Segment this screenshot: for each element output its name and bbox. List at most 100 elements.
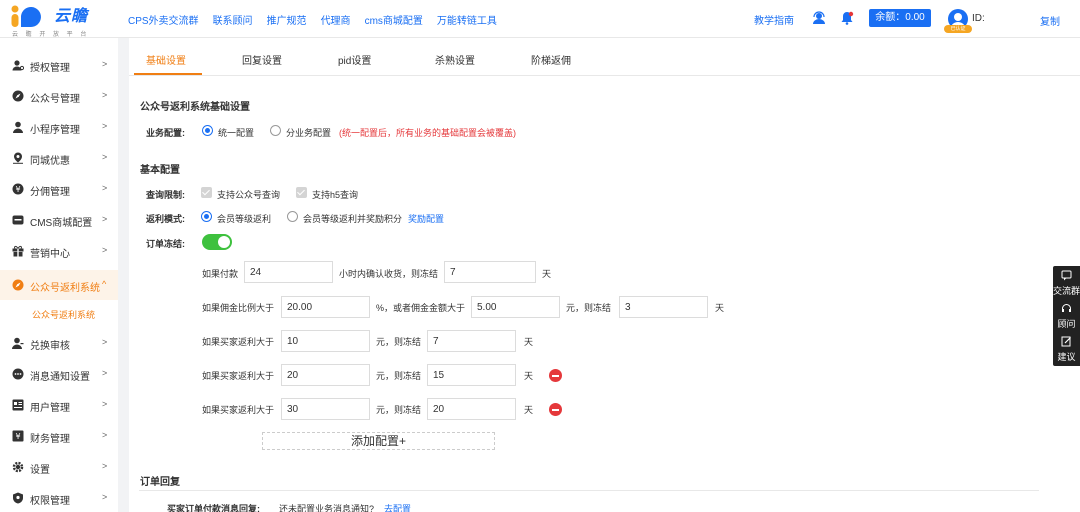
chevron-right-icon: > bbox=[102, 121, 108, 131]
section-title-rebate-basic: 公众号返利系统基础设置 bbox=[140, 102, 250, 113]
float-suggestion[interactable]: 建议 bbox=[1053, 332, 1080, 365]
radio-unified-config[interactable] bbox=[202, 125, 213, 136]
topnav-contact-advisor[interactable]: 联系顾问 bbox=[213, 12, 253, 27]
tab-anti-discrimination[interactable]: 杀熟设置 bbox=[435, 52, 475, 67]
pay-reply-label: 买家订单付款消息回复: bbox=[167, 504, 260, 512]
tab-bar: 基础设置 回复设置 pid设置 杀熟设置 阶梯返佣 bbox=[129, 38, 1080, 76]
topnav-cps-group[interactable]: CPS外卖交流群 bbox=[128, 12, 199, 27]
chevron-up-icon: ^ bbox=[102, 279, 107, 289]
gear-icon bbox=[12, 461, 24, 473]
add-config-button[interactable]: 添加配置+ bbox=[262, 432, 495, 450]
rule2-days-input[interactable] bbox=[619, 296, 708, 318]
cms-icon bbox=[12, 215, 24, 225]
chevron-right-icon: > bbox=[102, 430, 108, 440]
chat-group-icon bbox=[1061, 270, 1072, 281]
brand-subtitle: 云 瞻 开 放 平 台 bbox=[12, 32, 90, 38]
remove-rule-icon[interactable] bbox=[549, 403, 562, 416]
rebate-rule2-amount-input[interactable] bbox=[281, 364, 370, 386]
rebate-rule3-amount-input[interactable] bbox=[281, 398, 370, 420]
chevron-right-icon: > bbox=[102, 152, 108, 162]
rule2-ratio-input[interactable] bbox=[281, 296, 370, 318]
radio-member-level-rebate-points[interactable] bbox=[287, 211, 298, 222]
radio-member-level-rebate[interactable] bbox=[201, 211, 212, 222]
tab-basic-settings[interactable]: 基础设置 bbox=[146, 52, 186, 67]
go-config-link[interactable]: 去配置 bbox=[384, 502, 411, 512]
topnav-cms-config[interactable]: cms商城配置 bbox=[365, 12, 423, 27]
sidebar-item-marketing[interactable]: 营销中心 > bbox=[0, 236, 118, 266]
sidebar-item-auth[interactable]: 授权管理 > bbox=[0, 50, 118, 80]
divider bbox=[139, 490, 1039, 491]
logo[interactable]: 云瞻 云 瞻 开 放 平 台 bbox=[10, 2, 110, 38]
sidebar-item-official-account[interactable]: 公众号管理 > bbox=[0, 81, 118, 111]
remove-rule-icon[interactable] bbox=[549, 369, 562, 382]
float-advisor[interactable]: 顾问 bbox=[1053, 299, 1080, 332]
location-icon bbox=[13, 152, 23, 164]
sidebar-item-rebate-system[interactable]: 公众号返利系统 ^ bbox=[0, 270, 118, 300]
balance-button[interactable]: 余额：0.00 bbox=[869, 9, 931, 27]
topnav-agent[interactable]: 代理商 bbox=[321, 12, 351, 27]
rule2-mid2-text: 元，则冻结 bbox=[566, 303, 612, 313]
user-id-label: ID: bbox=[972, 13, 985, 24]
radio-unified-config-label[interactable]: 统一配置 bbox=[218, 126, 254, 139]
chevron-right-icon: > bbox=[102, 245, 108, 255]
tab-reply-settings[interactable]: 回复设置 bbox=[242, 52, 282, 67]
sidebar-item-settings[interactable]: 设置 > bbox=[0, 452, 118, 482]
checkbox-h5-query[interactable] bbox=[296, 187, 307, 198]
radio-member-level-rebate-points-label[interactable]: 会员等级返利并奖励积分 bbox=[303, 212, 402, 225]
floating-toolbar: 交流群 顾问 建议 bbox=[1053, 266, 1080, 366]
radio-per-business-config-label[interactable]: 分业务配置 bbox=[286, 126, 331, 139]
sidebar-item-notification[interactable]: 消息通知设置 > bbox=[0, 359, 118, 389]
sidebar-item-local-deals[interactable]: 同城优惠 > bbox=[0, 143, 118, 173]
query-limit-label: 查询限制: bbox=[146, 190, 185, 200]
sidebar-item-exchange-review[interactable]: 兑换审核 > bbox=[0, 328, 118, 358]
sidebar-item-finance[interactable]: ¥ 财务管理 > bbox=[0, 421, 118, 451]
finance-icon: ¥ bbox=[12, 430, 24, 442]
compass-icon bbox=[12, 279, 24, 291]
edit-icon bbox=[1061, 336, 1071, 347]
radio-per-business-config[interactable] bbox=[270, 125, 281, 136]
customer-service-icon[interactable] bbox=[812, 11, 826, 25]
sidebar-item-permissions[interactable]: 权限管理 > bbox=[0, 483, 118, 512]
chevron-right-icon: > bbox=[102, 90, 108, 100]
sidebar-subitem-rebate-system[interactable]: 公众号返利系统 bbox=[32, 308, 95, 321]
chevron-right-icon: > bbox=[102, 461, 108, 471]
chevron-right-icon: > bbox=[102, 337, 108, 347]
sidebar-item-miniprogram[interactable]: 小程序管理 > bbox=[0, 112, 118, 142]
radio-member-level-rebate-label[interactable]: 会员等级返利 bbox=[217, 212, 271, 225]
tab-tiered-commission[interactable]: 阶梯返佣 bbox=[531, 52, 571, 67]
rebate-rule1-days-input[interactable] bbox=[427, 330, 516, 352]
money-icon: ¥ bbox=[12, 183, 24, 195]
chevron-right-icon: > bbox=[102, 368, 108, 378]
reward-config-link[interactable]: 奖励配置 bbox=[408, 212, 444, 225]
rule1-hours-input[interactable] bbox=[244, 261, 333, 283]
checkbox-h5-query-label: 支持h5查询 bbox=[312, 190, 359, 200]
guide-link[interactable]: 教学指南 bbox=[754, 12, 794, 27]
bell-icon[interactable] bbox=[840, 11, 854, 25]
sidebar-item-commission[interactable]: ¥ 分佣管理 > bbox=[0, 174, 118, 204]
rule1-mid-text: 小时内确认收货，则冻结 bbox=[339, 269, 439, 279]
rebate-rule3-days-input[interactable] bbox=[427, 398, 516, 420]
order-freeze-toggle[interactable] bbox=[202, 234, 232, 250]
float-group-chat[interactable]: 交流群 bbox=[1053, 266, 1080, 299]
chevron-right-icon: > bbox=[102, 492, 108, 502]
chevron-right-icon: > bbox=[102, 59, 108, 69]
rebate-rule2-days-input[interactable] bbox=[427, 364, 516, 386]
checkbox-official-query[interactable] bbox=[201, 187, 212, 198]
rule2-amount-input[interactable] bbox=[471, 296, 560, 318]
business-config-label: 业务配置: bbox=[146, 128, 185, 138]
sidebar-item-cms[interactable]: CMS商城配置 > bbox=[0, 205, 118, 235]
sidebar: 授权管理 > 公众号管理 > 小程序管理 > 同城优惠 > ¥ 分佣管理 > CMS商城配… bbox=[0, 38, 118, 512]
logo-mark-icon bbox=[11, 5, 41, 27]
section-title-order-reply: 订单回复 bbox=[140, 477, 180, 488]
rule1-prefix: 如果付款 bbox=[202, 269, 239, 279]
active-tab-indicator bbox=[134, 73, 202, 75]
tab-pid-settings[interactable]: pid设置 bbox=[338, 52, 371, 67]
rebate-rule1-amount-input[interactable] bbox=[281, 330, 370, 352]
rule1-days-input[interactable] bbox=[444, 261, 536, 283]
topnav-link-tool[interactable]: 万能转链工具 bbox=[437, 12, 497, 27]
copy-id-button[interactable]: 复制 bbox=[1040, 13, 1060, 28]
user-icon bbox=[13, 121, 23, 133]
sidebar-item-users[interactable]: 用户管理 > bbox=[0, 390, 118, 420]
topnav-promotion-rules[interactable]: 推广规范 bbox=[267, 12, 307, 27]
section-title-basic-config: 基本配置 bbox=[140, 165, 180, 176]
